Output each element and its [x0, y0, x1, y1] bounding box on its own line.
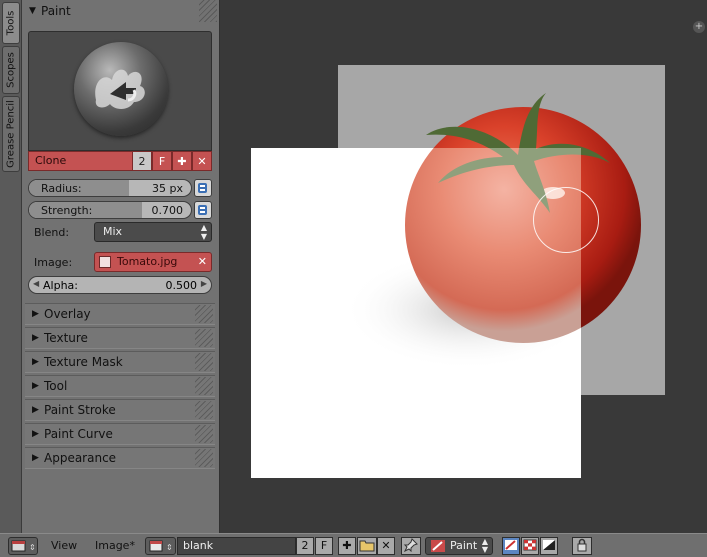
expand-triangle-icon: ▶	[32, 309, 39, 319]
radius-slider[interactable]: Radius: 35 px	[28, 179, 192, 197]
section-paint-curve[interactable]: ▶ Paint Curve	[25, 423, 215, 445]
section-label: Paint Curve	[44, 427, 113, 441]
section-drag-handle[interactable]	[195, 329, 213, 347]
section-tool[interactable]: ▶ Tool	[25, 375, 215, 397]
section-drag-handle[interactable]	[195, 401, 213, 419]
section-drag-handle[interactable]	[195, 353, 213, 371]
draw-mode-icon[interactable]	[502, 537, 520, 555]
section-paint-stroke[interactable]: ▶ Paint Stroke	[25, 399, 215, 421]
brush-cursor-circle	[533, 187, 599, 253]
section-drag-handle[interactable]	[195, 425, 213, 443]
section-appearance[interactable]: ▶ Appearance	[25, 447, 215, 469]
strength-pressure-icon[interactable]	[194, 201, 212, 219]
updown-arrows-icon: ▲ ▼	[481, 537, 488, 554]
expand-triangle-icon: ▶	[32, 381, 39, 391]
section-label: Texture	[44, 331, 88, 345]
tab-tools-label: Tools	[5, 10, 17, 36]
mode-select[interactable]: Paint ▲ ▼	[425, 537, 493, 555]
clear-image-icon[interactable]: ✕	[198, 253, 207, 271]
section-drag-handle[interactable]	[195, 305, 213, 323]
alpha-label: Alpha:	[43, 279, 78, 292]
blend-mode-select[interactable]: Mix ▲ ▼	[94, 222, 212, 242]
strength-slider[interactable]: Strength: 0.700	[28, 201, 192, 219]
blank-target-image[interactable]	[251, 148, 581, 478]
section-texture[interactable]: ▶ Texture	[25, 327, 215, 349]
browse-image-icon[interactable]: ⇕	[145, 537, 176, 555]
section-label: Overlay	[44, 307, 91, 321]
texture-mask-icon[interactable]	[521, 537, 539, 555]
menu-image[interactable]: Image*	[95, 539, 135, 552]
paint-section-header[interactable]: ▼ Paint	[27, 0, 214, 22]
expand-triangle-icon: ▶	[32, 405, 39, 415]
brush-preview[interactable]	[28, 31, 212, 151]
image-viewport[interactable]: +	[221, 0, 707, 533]
open-image-folder-icon[interactable]	[357, 537, 377, 555]
image-icon	[99, 256, 111, 268]
blend-label: Blend:	[34, 226, 70, 239]
expand-triangle-icon: ▶	[32, 429, 39, 439]
image-label: Image:	[34, 256, 73, 269]
image-users-count[interactable]: 2	[296, 537, 314, 555]
section-label: Paint Stroke	[44, 403, 116, 417]
tab-grease-pencil[interactable]: Grease Pencil	[2, 96, 20, 172]
strength-value: 0.700	[151, 204, 184, 217]
editor-type-icon[interactable]: ⇕	[8, 537, 38, 555]
tab-scopes[interactable]: Scopes	[2, 46, 20, 94]
image-name-field[interactable]: blank	[177, 537, 296, 555]
tool-shelf-tabs: Tools Scopes Grease Pencil	[0, 0, 22, 533]
cloned-tomato-overlay	[251, 148, 581, 478]
tab-tools[interactable]: Tools	[2, 2, 20, 44]
svg-text:⇕: ⇕	[166, 543, 173, 552]
alpha-value: 0.500	[165, 279, 198, 292]
radius-label: Radius:	[41, 182, 82, 195]
alpha-number-field[interactable]: ◀ Alpha: 0.500 ▶	[28, 276, 212, 294]
new-image-icon[interactable]: ✚	[338, 537, 356, 555]
brush-datablock: Clone 2 F ✚ ✕	[28, 151, 212, 171]
section-texture-mask[interactable]: ▶ Texture Mask	[25, 351, 215, 373]
image-editor-window: Tools Scopes Grease Pencil ▼ Paint Clone…	[0, 0, 707, 557]
section-drag-handle[interactable]	[195, 377, 213, 395]
brush-name-field[interactable]: Clone	[28, 151, 132, 171]
decrement-arrow-icon[interactable]: ◀	[33, 279, 39, 288]
clone-image-field[interactable]: Tomato.jpg ✕	[94, 252, 212, 272]
paint-mode-icon	[431, 540, 445, 552]
svg-text:⇕: ⇕	[29, 543, 36, 552]
fake-user-button[interactable]: F	[152, 151, 172, 171]
unlink-image-icon[interactable]: ✕	[377, 537, 395, 555]
paint-section-title: Paint	[41, 4, 71, 18]
section-label: Appearance	[44, 451, 117, 465]
section-drag-handle[interactable]	[195, 449, 213, 467]
radius-value: 35 px	[152, 182, 183, 195]
lock-icon[interactable]	[572, 537, 592, 555]
tools-panel: ▼ Paint Clone 2 F ✚ ✕ Radius: 35 px Stre…	[22, 0, 220, 533]
mode-value: Paint	[450, 539, 478, 552]
updown-arrows-icon: ▲ ▼	[200, 223, 207, 241]
section-label: Tool	[44, 379, 68, 393]
pin-icon[interactable]	[401, 537, 421, 555]
expand-region-icon[interactable]: +	[693, 21, 705, 33]
blend-mode-value: Mix	[103, 225, 123, 238]
clone-image-name: Tomato.jpg	[117, 255, 178, 268]
unlink-brush-icon[interactable]: ✕	[192, 151, 212, 171]
image-fake-user-button[interactable]: F	[315, 537, 333, 555]
stencil-icon[interactable]	[540, 537, 558, 555]
collapse-triangle-icon: ▼	[29, 6, 36, 16]
image-editor-header: ⇕ View Image* ⇕ blank 2 F ✚ ✕ Paint ▲ ▼	[0, 533, 707, 557]
expand-triangle-icon: ▶	[32, 333, 39, 343]
strength-label: Strength:	[41, 204, 93, 217]
section-overlay[interactable]: ▶ Overlay	[25, 303, 215, 325]
section-label: Texture Mask	[44, 355, 123, 369]
add-brush-icon[interactable]: ✚	[172, 151, 192, 171]
tab-grease-pencil-label: Grease Pencil	[5, 100, 17, 168]
menu-view[interactable]: View	[51, 539, 77, 552]
brush-users-count[interactable]: 2	[132, 151, 152, 171]
expand-triangle-icon: ▶	[32, 453, 39, 463]
tab-scopes-label: Scopes	[5, 52, 17, 88]
clone-brush-icon	[74, 42, 168, 136]
expand-triangle-icon: ▶	[32, 357, 39, 367]
increment-arrow-icon[interactable]: ▶	[201, 279, 207, 288]
radius-pressure-icon[interactable]	[194, 179, 212, 197]
